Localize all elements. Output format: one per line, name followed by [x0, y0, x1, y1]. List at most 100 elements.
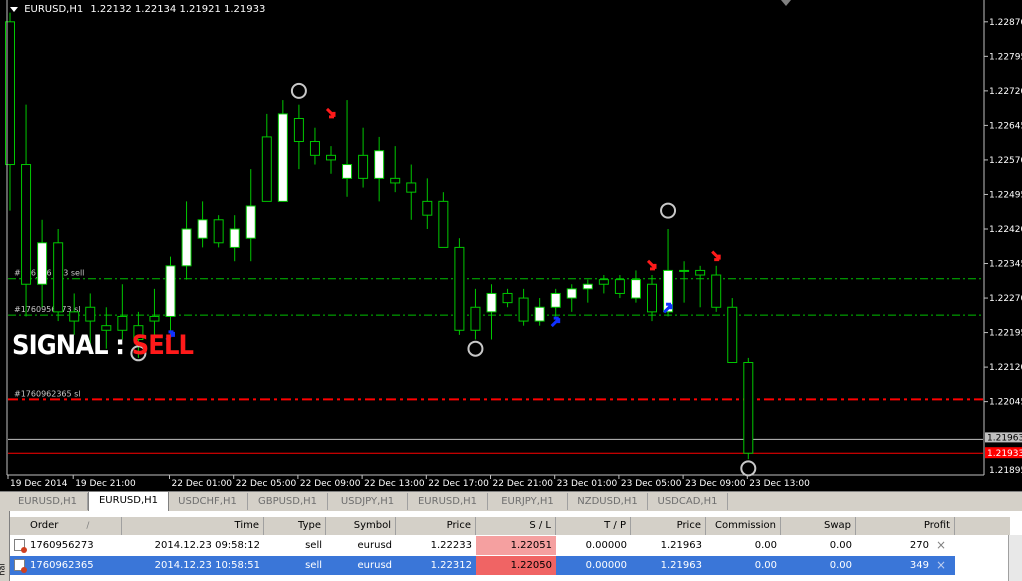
chevron-down-icon[interactable] [10, 6, 18, 12]
close-order-icon[interactable]: × [936, 556, 946, 575]
candle-body [647, 283, 657, 313]
cell-swap: 0.00 [829, 540, 852, 551]
price-tick-label: 1.22720 [989, 87, 1022, 97]
candle-body [406, 182, 417, 193]
chart-tab[interactable]: EURUSD,H1 [408, 493, 488, 510]
chart-tab[interactable]: GBPUSD,H1 [248, 493, 328, 510]
column-header-profit[interactable]: Profit [856, 517, 955, 535]
candle-body [342, 164, 353, 179]
buy-arrow-icon [550, 316, 561, 328]
cell-symbol: eurusd [357, 560, 393, 571]
candle-body [534, 306, 545, 322]
candle-body [630, 279, 641, 299]
candle-body [566, 288, 577, 299]
column-header-time[interactable]: Time [122, 517, 264, 535]
sell-arrow-icon [711, 250, 721, 262]
time-tick-label: 22 Dec 09:00 [300, 479, 361, 489]
ask-price-label: 1.21963 [987, 433, 1022, 443]
cell-time: 2014.12.23 09:58:12 [154, 540, 260, 551]
column-header-price[interactable]: Price [396, 517, 476, 535]
chart-canvas[interactable]: #176_ _6 _73 sell#1760956273 sl#17609623… [0, 0, 1022, 491]
candle-body [502, 292, 513, 304]
cell-commission: 0.00 [754, 540, 777, 551]
chart-line-label: #1760962365 sl [14, 389, 81, 398]
signal-circle-marker [660, 202, 677, 219]
column-header-cur_price[interactable]: Price [631, 517, 706, 535]
signal-value: SELL [131, 330, 194, 361]
price-tick-label: 1.21895 [989, 466, 1022, 476]
price-tick-label: 1.22570 [989, 156, 1022, 166]
chart-header: EURUSD,H1 1.22132 1.22134 1.21921 1.2193… [10, 4, 265, 15]
price-tick-label: 1.22495 [989, 190, 1022, 200]
time-tick-label: 23 Dec 01:00 [557, 479, 618, 489]
candle-body [277, 113, 288, 202]
price-tick-label: 1.22795 [989, 52, 1022, 62]
price-tick-label: 1.22270 [989, 294, 1022, 304]
chart-tab[interactable]: USDCHF,H1 [168, 493, 248, 510]
candle-body [727, 306, 738, 364]
candle-body [197, 219, 208, 239]
candle-body [743, 362, 754, 454]
candle-body [309, 141, 320, 156]
time-tick-label: 22 Dec 13:00 [364, 479, 425, 489]
cell-type: sell [305, 540, 322, 551]
candle-body [69, 311, 80, 322]
vertical-scrollbar[interactable] [1008, 535, 1022, 581]
price-tick-label: 1.22345 [989, 260, 1022, 270]
column-header-sl[interactable]: S / L [476, 517, 556, 535]
column-header-order[interactable]: Order / [10, 517, 122, 535]
candle-body [374, 150, 385, 179]
cell-price: 1.22233 [430, 540, 472, 551]
time-tick-label: 22 Dec 05:00 [236, 479, 297, 489]
signal-circle-marker [467, 340, 484, 357]
column-header-swap[interactable]: Swap [781, 517, 856, 535]
candle-body [390, 177, 401, 184]
candle-body [438, 200, 449, 248]
chart-tab[interactable]: EURUSD,H1 [88, 492, 169, 512]
terminal-side-label: nal [0, 511, 10, 581]
candle-body [245, 205, 256, 239]
sort-indicator-icon: / [86, 521, 90, 531]
chart-tab[interactable]: USDJPY,H1 [328, 493, 408, 510]
candle-body [85, 306, 96, 322]
cell-commission: 0.00 [754, 560, 777, 571]
chart-tab[interactable]: EURJPY,H1 [488, 493, 568, 510]
chart-tab[interactable]: EURUSD,H1 [8, 493, 88, 510]
symbol-timeframe: EURUSD,H1 [24, 4, 84, 15]
column-header-symbol[interactable]: Symbol [326, 517, 396, 535]
close-order-icon[interactable]: × [936, 536, 946, 555]
cell-symbol: eurusd [357, 540, 393, 551]
orders-table-header: Order / Time Type Symbol Price S / LT / P Price… [10, 517, 1010, 535]
candle-body [165, 265, 176, 317]
candle-body [117, 315, 128, 331]
signal-circle-marker [290, 82, 307, 99]
chart-shift-marker[interactable] [781, 0, 791, 6]
candle-body [358, 154, 369, 179]
candle-body [422, 200, 433, 216]
column-header-type[interactable]: Type [264, 517, 326, 535]
cell-cur_price: 1.21963 [660, 560, 702, 571]
cell-tp: 0.00000 [585, 560, 627, 571]
order-row[interactable]: 1760962365 2014.12.23 10:58:51 sell eurusd 1… [10, 556, 955, 575]
cell-sl: 1.22051 [476, 536, 556, 555]
column-header-tp[interactable]: T / P [556, 517, 631, 535]
chart-tab[interactable]: NZDUSD,H1 [568, 493, 648, 510]
candle-body [711, 274, 722, 308]
price-tick-label: 1.22120 [989, 363, 1022, 373]
signal-label: SIGNAL : SELL [12, 330, 194, 361]
bid-price-label: 1.21933 [987, 449, 1022, 459]
candle-body [486, 292, 497, 313]
price-chart[interactable]: #176_ _6 _73 sell #1760956273 sl #17609623… [0, 0, 1022, 491]
time-tick-label: 23 Dec 09:00 [685, 479, 746, 489]
ohlc-readout: 1.22132 1.22134 1.21921 1.21933 [90, 4, 266, 15]
candle-body [550, 292, 561, 308]
cell-type: sell [305, 560, 322, 571]
order-row[interactable]: 1760956273 2014.12.23 09:58:12 sell eurusd 1… [10, 536, 955, 555]
candle-body [326, 154, 336, 161]
column-header-commission[interactable]: Commission [706, 517, 781, 535]
chart-tab[interactable]: USDCAD,H1 [648, 493, 728, 510]
sell-arrow-icon [325, 107, 336, 119]
price-tick-label: 1.22195 [989, 329, 1022, 339]
cell-order: 1760956273 [30, 540, 94, 551]
price-tick-label: 1.22045 [989, 398, 1022, 408]
